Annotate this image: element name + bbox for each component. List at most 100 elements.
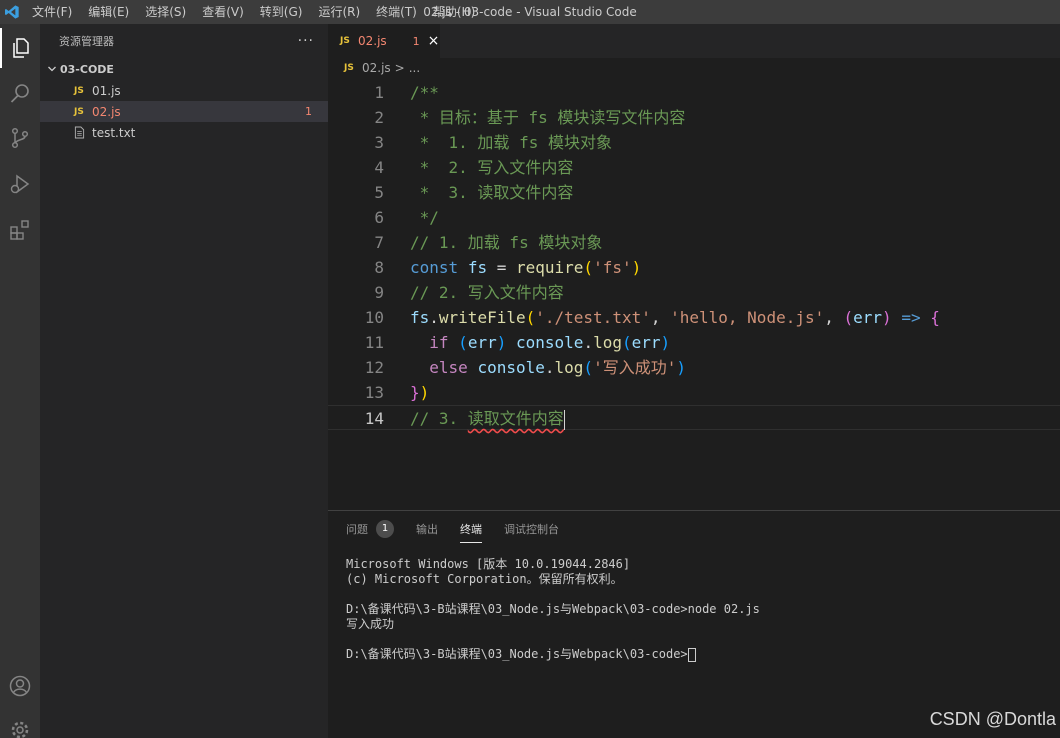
menu-bar: 文件(F) 编辑(E) 选择(S) 查看(V) 转到(G) 运行(R) 终端(T… (24, 0, 483, 24)
file-01-js[interactable]: JS 01.js (40, 80, 328, 101)
code-text: * 目标：基于 fs 模块读写文件内容 (410, 108, 686, 127)
terminal-output[interactable]: Microsoft Windows [版本 10.0.19044.2846] (… (328, 547, 1060, 662)
line-number: 3 (374, 133, 384, 152)
line-number: 14 (364, 409, 384, 428)
code-line: 7 // 1. 加载 fs 模块对象 (328, 230, 1060, 255)
search-icon[interactable] (0, 74, 40, 114)
line-number: 5 (374, 183, 384, 202)
close-icon[interactable]: × (428, 33, 440, 49)
menu-terminal[interactable]: 终端(T) (368, 0, 425, 24)
menu-view[interactable]: 查看(V) (194, 0, 252, 24)
code-line: 4 * 2. 写入文件内容 (328, 155, 1060, 180)
line-number: 7 (374, 233, 384, 252)
code-line: 12 else console.log('写入成功') (328, 355, 1060, 380)
menu-help[interactable]: 帮助(H) (425, 0, 483, 24)
line-number: 4 (374, 158, 384, 177)
title-bar: 文件(F) 编辑(E) 选择(S) 查看(V) 转到(G) 运行(R) 终端(T… (0, 0, 1060, 24)
js-file-icon: JS (340, 36, 350, 46)
js-file-icon: JS (344, 63, 354, 73)
menu-edit[interactable]: 编辑(E) (80, 0, 137, 24)
tab-02-js[interactable]: JS 02.js 1 × (328, 24, 440, 58)
terminal-line: 写入成功 (346, 617, 395, 631)
code-line: 11 if (err) console.log(err) (328, 330, 1060, 355)
code-line: 8 const fs = require('fs') (328, 255, 1060, 280)
explorer-sidebar: 资源管理器 ··· 03-CODE JS 01.js JS 02.js 1 te… (40, 24, 328, 738)
breadcrumb-file[interactable]: 02.js (362, 61, 391, 75)
line-number: 12 (364, 358, 384, 377)
menu-selection[interactable]: 选择(S) (137, 0, 194, 24)
code-line: 5 * 3. 读取文件内容 (328, 180, 1060, 205)
error-count-badge: 1 (305, 105, 312, 118)
explorer-icon[interactable] (0, 28, 40, 68)
code-text: // 3. 读取文件内容 (410, 409, 565, 430)
js-file-icon: JS (74, 106, 84, 117)
line-number: 9 (374, 283, 384, 302)
run-debug-icon[interactable] (0, 164, 40, 204)
line-number: 2 (374, 108, 384, 127)
panel-tab-bar: 问题 1 输出 终端 调试控制台 (328, 511, 1060, 547)
code-line: 2 * 目标：基于 fs 模块读写文件内容 (328, 105, 1060, 130)
code-text: else console.log('写入成功') (429, 358, 686, 377)
explorer-header: 资源管理器 ··· (40, 24, 328, 58)
code-text: const fs = require('fs') (410, 258, 642, 277)
problems-count-badge: 1 (376, 520, 394, 538)
code-text: /** (410, 83, 439, 102)
menu-run[interactable]: 运行(R) (310, 0, 368, 24)
vscode-logo-icon (0, 0, 24, 24)
editor-tab-bar: JS 02.js 1 × (328, 24, 1060, 58)
chevron-down-icon (48, 66, 56, 72)
extensions-icon[interactable] (0, 210, 40, 250)
tab-error-count: 1 (412, 34, 420, 48)
tab-output[interactable]: 输出 (416, 511, 438, 547)
source-control-icon[interactable] (0, 118, 40, 158)
menu-go[interactable]: 转到(G) (252, 0, 311, 24)
account-icon[interactable] (0, 666, 40, 706)
more-actions-button[interactable]: ··· (298, 33, 314, 49)
text-file-icon (74, 126, 92, 139)
code-text: * 1. 加载 fs 模块对象 (410, 133, 612, 152)
code-line-current: 14 // 3. 读取文件内容 (328, 405, 1060, 430)
terminal-line: D:\备课代码\3-B站课程\03_Node.js与Webpack\03-cod… (346, 602, 760, 616)
folder-03-code[interactable]: 03-CODE (40, 58, 328, 80)
breadcrumb-symbol[interactable]: ... (409, 61, 420, 75)
code-line: 6 */ (328, 205, 1060, 230)
breadcrumb: JS 02.js > ... (328, 58, 420, 78)
settings-gear-icon[interactable] (0, 710, 40, 738)
terminal-line: (c) Microsoft Corporation。保留所有权利。 (346, 572, 623, 586)
code-line: 10 fs.writeFile('./test.txt', 'hello, No… (328, 305, 1060, 330)
line-number: 8 (374, 258, 384, 277)
terminal-line: Microsoft Windows [版本 10.0.19044.2846] (346, 557, 631, 571)
tab-debug-console[interactable]: 调试控制台 (504, 511, 559, 547)
tab-terminal[interactable]: 终端 (460, 511, 482, 547)
line-number: 13 (364, 383, 384, 402)
code-text: if (err) console.log(err) (429, 333, 671, 352)
menu-file[interactable]: 文件(F) (24, 0, 80, 24)
code-editor[interactable]: 1 /** 2 * 目标：基于 fs 模块读写文件内容 3 * 1. 加载 fs… (328, 80, 1060, 510)
file-name: 01.js (92, 83, 121, 98)
terminal-cursor (687, 647, 696, 662)
js-file-icon: JS (74, 85, 84, 96)
line-number: 6 (374, 208, 384, 227)
tab-label: 问题 (346, 523, 368, 536)
file-name: test.txt (92, 125, 136, 140)
file-name: 02.js (92, 104, 121, 119)
code-text: * 3. 读取文件内容 (410, 183, 574, 202)
tab-problems[interactable]: 问题 1 (346, 511, 394, 547)
code-line: 1 /** (328, 80, 1060, 105)
activity-bar (0, 24, 40, 738)
breadcrumb-separator: > (394, 61, 405, 75)
code-text: // 1. 加载 fs 模块对象 (410, 233, 603, 252)
file-02-js[interactable]: JS 02.js 1 (40, 101, 328, 122)
code-text: */ (410, 208, 439, 227)
code-text: }) (410, 383, 430, 402)
line-number: 11 (364, 333, 384, 352)
text-cursor (563, 409, 565, 430)
bottom-panel: 问题 1 输出 终端 调试控制台 Microsoft Windows [版本 1… (328, 510, 1060, 738)
file-test-txt[interactable]: test.txt (40, 122, 328, 143)
code-text: // 2. 写入文件内容 (410, 283, 564, 302)
folder-name: 03-CODE (60, 62, 114, 76)
line-number: 1 (374, 83, 384, 102)
code-line: 9 // 2. 写入文件内容 (328, 280, 1060, 305)
